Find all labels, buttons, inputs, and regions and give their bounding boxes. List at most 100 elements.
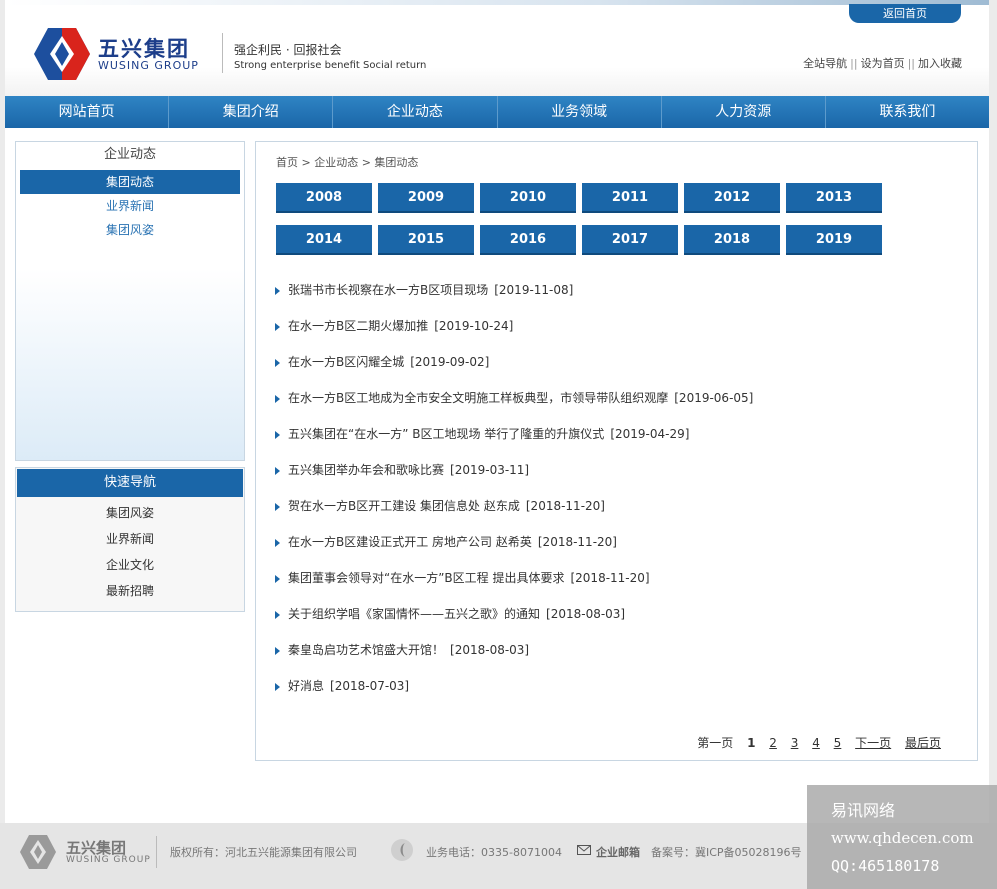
page-link-current[interactable]: 1 bbox=[747, 736, 755, 750]
news-title[interactable]: 在水一方B区二期火爆加推 bbox=[288, 319, 428, 333]
site-map-link[interactable]: 全站导航 bbox=[803, 57, 847, 70]
footer-phone: 业务电话：0335-8071004 bbox=[426, 846, 562, 859]
year-button[interactable]: 2013 bbox=[786, 183, 882, 213]
news-date: [2018-08-03] bbox=[546, 607, 626, 621]
sidebar-category: 企业动态 集团动态 业界新闻 集团风姿 bbox=[15, 141, 245, 461]
news-date: [2018-11-20] bbox=[525, 499, 605, 513]
sidebar-title: 企业动态 bbox=[103, 147, 156, 162]
page-link[interactable]: 3 bbox=[791, 736, 799, 750]
sidebar-quick-nav: 快速导航 集团风姿 业界新闻 企业文化 最新招聘 bbox=[15, 467, 245, 612]
list-item[interactable]: 张瑞书市长视察在水一方B区项目现场 [2019-11-08] bbox=[275, 279, 753, 315]
list-item[interactable]: 集团董事会领导对“在水一方”B区工程 提出具体要求 [2018-11-20] bbox=[275, 567, 753, 603]
year-button[interactable]: 2008 bbox=[276, 183, 372, 213]
watermark-line-2: www.qhdecen.com bbox=[831, 829, 974, 847]
year-button[interactable]: 2014 bbox=[276, 225, 372, 255]
year-button[interactable]: 2018 bbox=[684, 225, 780, 255]
news-date: [2019-09-02] bbox=[410, 355, 490, 369]
news-title[interactable]: 关于组织学唱《家国情怀——五兴之歌》的通知 bbox=[288, 607, 540, 621]
main-content: 首页 > 企业动态 > 集团动态 2008 2009 2010 2011 201… bbox=[255, 141, 978, 761]
nav-contact[interactable]: 联系我们 bbox=[826, 96, 989, 128]
footer-mail-link[interactable]: 企业邮箱 bbox=[596, 844, 640, 860]
list-item[interactable]: 五兴集团在“在水一方” B区工地现场 举行了隆重的升旗仪式 [2019-04-29… bbox=[275, 423, 753, 459]
list-item[interactable]: 五兴集团举办年会和歌咏比赛 [2019-03-11] bbox=[275, 459, 753, 495]
news-title[interactable]: 张瑞书市长视察在水一方B区项目现场 bbox=[288, 283, 488, 297]
news-title[interactable]: 集团董事会领导对“在水一方”B区工程 提出具体要求 bbox=[288, 571, 564, 585]
watermark-overlay: 易讯网络 www.qhdecen.com QQ:465180178 bbox=[807, 785, 997, 889]
list-item[interactable]: 在水一方B区闪耀全城 [2019-09-02] bbox=[275, 351, 753, 387]
brand-name-en: WUSING GROUP bbox=[98, 59, 199, 72]
quick-item-group-style[interactable]: 集团风姿 bbox=[16, 500, 244, 526]
triangle-right-icon bbox=[275, 286, 280, 295]
slogan-en: Strong enterprise benefit Social return bbox=[234, 60, 427, 71]
news-date: [2018-11-20] bbox=[570, 571, 650, 585]
nav-about[interactable]: 集团介绍 bbox=[169, 96, 334, 128]
year-button[interactable]: 2012 bbox=[684, 183, 780, 213]
news-date: [2018-08-03] bbox=[450, 643, 530, 657]
news-title[interactable]: 在水一方B区建设正式开工 房地产公司 赵希英 bbox=[288, 535, 532, 549]
nav-home[interactable]: 网站首页 bbox=[5, 96, 170, 128]
add-favorite-link[interactable]: 加入收藏 bbox=[918, 57, 962, 70]
sidebar-item-group-news[interactable]: 集团动态 bbox=[20, 170, 240, 194]
footer-divider bbox=[156, 836, 157, 868]
list-item[interactable]: 在水一方B区二期火爆加推 [2019-10-24] bbox=[275, 315, 753, 351]
year-button[interactable]: 2017 bbox=[582, 225, 678, 255]
sidebar-item-group-style[interactable]: 集团风姿 bbox=[20, 218, 240, 242]
main-nav: 网站首页 集团介绍 企业动态 业务领域 人力资源 联系我们 bbox=[5, 96, 989, 128]
list-item[interactable]: 贺在水一方B区开工建设 集团信息处 赵东成 [2018-11-20] bbox=[275, 495, 753, 531]
triangle-right-icon bbox=[275, 394, 280, 403]
next-page-link[interactable]: 下一页 bbox=[855, 736, 891, 750]
sidebar-item-industry-news[interactable]: 业界新闻 bbox=[20, 194, 240, 218]
year-button[interactable]: 2015 bbox=[378, 225, 474, 255]
news-title[interactable]: 在水一方B区工地成为全市安全文明施工样板典型，市领导带队组织观摩 bbox=[288, 391, 668, 405]
pagination: 第一页 1 2 3 4 5 下一页 最后页 bbox=[697, 734, 941, 751]
news-title[interactable]: 在水一方B区闪耀全城 bbox=[288, 355, 404, 369]
watermark-line-3: QQ:465180178 bbox=[831, 857, 940, 875]
triangle-right-icon bbox=[275, 322, 280, 331]
last-page-link[interactable]: 最后页 bbox=[905, 736, 941, 750]
news-date: [2018-11-20] bbox=[537, 535, 617, 549]
triangle-right-icon bbox=[275, 682, 280, 691]
nav-business[interactable]: 业务领域 bbox=[498, 96, 662, 128]
back-home-button[interactable]: 返回首页 bbox=[849, 4, 961, 23]
logo-divider bbox=[222, 33, 223, 73]
page-link[interactable]: 5 bbox=[834, 736, 842, 750]
footer-copyright: 版权所有：河北五兴能源集团有限公司 bbox=[170, 846, 357, 859]
nav-hr[interactable]: 人力资源 bbox=[662, 96, 826, 128]
triangle-right-icon bbox=[275, 574, 280, 583]
slogan-cn: 强企利民 · 回报社会 bbox=[234, 43, 342, 57]
list-item[interactable]: 在水一方B区工地成为全市安全文明施工样板典型，市领导带队组织观摩 [2019-06… bbox=[275, 387, 753, 423]
year-button[interactable]: 2016 bbox=[480, 225, 576, 255]
news-title[interactable]: 秦皇岛启功艺术馆盛大开馆！ bbox=[288, 643, 444, 657]
set-homepage-link[interactable]: 设为首页 bbox=[861, 57, 905, 70]
quick-item-industry-news[interactable]: 业界新闻 bbox=[16, 526, 244, 552]
news-title[interactable]: 五兴集团在“在水一方” B区工地现场 举行了隆重的升旗仪式 bbox=[288, 427, 604, 441]
triangle-right-icon bbox=[275, 466, 280, 475]
triangle-right-icon bbox=[275, 538, 280, 547]
year-button[interactable]: 2009 bbox=[378, 183, 474, 213]
year-button[interactable]: 2019 bbox=[786, 225, 882, 255]
quick-item-recruit[interactable]: 最新招聘 bbox=[16, 578, 244, 604]
nav-news[interactable]: 企业动态 bbox=[333, 96, 498, 128]
link-separator: || bbox=[907, 57, 915, 70]
year-button[interactable]: 2011 bbox=[582, 183, 678, 213]
wusing-logo-icon bbox=[34, 28, 90, 80]
list-item[interactable]: 关于组织学唱《家国情怀——五兴之歌》的通知 [2018-08-03] bbox=[275, 603, 753, 639]
news-date: [2019-06-05] bbox=[674, 391, 754, 405]
news-date: [2019-04-29] bbox=[610, 427, 690, 441]
news-date: [2019-11-08] bbox=[494, 283, 574, 297]
quick-nav-title: 快速导航 bbox=[17, 469, 243, 497]
quick-item-culture[interactable]: 企业文化 bbox=[16, 552, 244, 578]
news-title[interactable]: 贺在水一方B区开工建设 集团信息处 赵东成 bbox=[288, 499, 520, 513]
page-link[interactable]: 4 bbox=[812, 736, 820, 750]
year-button[interactable]: 2010 bbox=[480, 183, 576, 213]
page-link[interactable]: 2 bbox=[769, 736, 777, 750]
news-title[interactable]: 好消息 bbox=[288, 679, 324, 693]
news-title[interactable]: 五兴集团举办年会和歌咏比赛 bbox=[288, 463, 444, 477]
list-item[interactable]: 秦皇岛启功艺术馆盛大开馆！ [2018-08-03] bbox=[275, 639, 753, 675]
header-topline bbox=[5, 0, 989, 5]
watermark-line-1: 易讯网络 bbox=[831, 801, 896, 820]
site-header: 返回首页 五兴集团 WUSING GROUP 强企利民 · 回报社会 Stron… bbox=[5, 0, 989, 96]
list-item[interactable]: 在水一方B区建设正式开工 房地产公司 赵希英 [2018-11-20] bbox=[275, 531, 753, 567]
first-page-link[interactable]: 第一页 bbox=[697, 736, 733, 750]
list-item[interactable]: 好消息 [2018-07-03] bbox=[275, 675, 753, 711]
